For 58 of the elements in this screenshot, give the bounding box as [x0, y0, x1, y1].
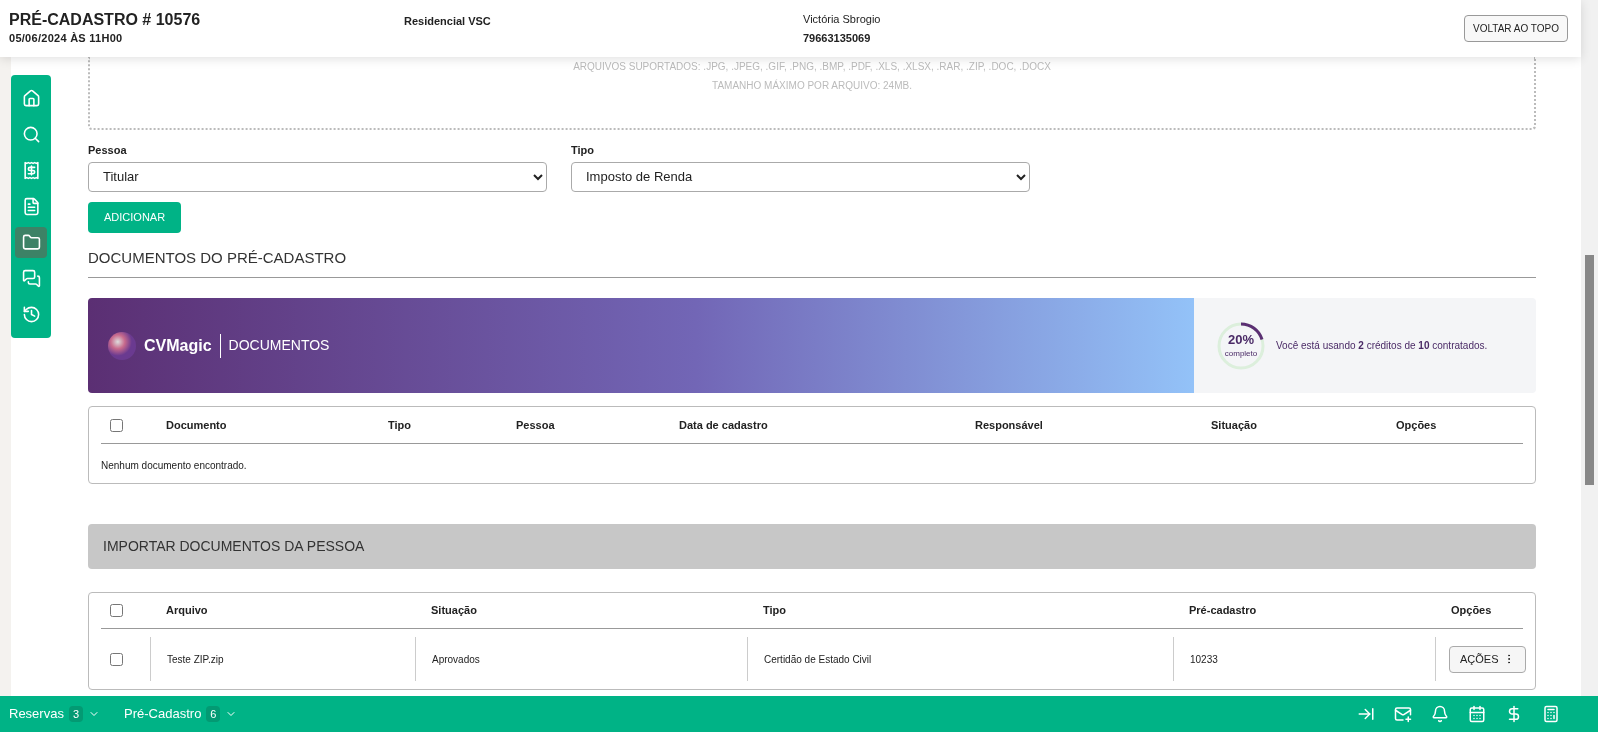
home-icon	[21, 89, 41, 108]
count-badge: 3	[68, 705, 84, 723]
field-label: Pessoa	[88, 143, 128, 158]
progress-percent: 20%	[1228, 331, 1254, 348]
column-header: Data de cadastro	[679, 417, 768, 433]
brand-name: CVMagic	[144, 333, 221, 358]
column-header: Opções	[1396, 417, 1437, 433]
checkbox[interactable]	[110, 418, 123, 432]
table-cell-text: 10233	[1190, 652, 1218, 667]
sidebar-item[interactable]	[15, 227, 47, 258]
actions-button[interactable]: AÇÕES	[1449, 645, 1526, 673]
count-badge: 6	[206, 705, 221, 723]
empty-message: Nenhum documento encontrado.	[101, 459, 248, 473]
column-header: Documento	[166, 417, 227, 433]
document-icon	[21, 197, 41, 216]
column-header: Situação	[431, 603, 478, 619]
select-field[interactable]: Titular	[88, 161, 547, 192]
calendar-icon	[1467, 705, 1486, 723]
field-label: Tipo	[571, 143, 595, 158]
checkbox[interactable]	[110, 652, 123, 666]
receipt-icon	[21, 161, 41, 180]
search-icon	[21, 125, 41, 144]
calculator-icon	[1541, 705, 1560, 723]
select-field[interactable]: Imposto de Renda	[571, 161, 1030, 192]
column-header: Opções	[1450, 603, 1493, 619]
column-header: Pré-cadastro	[1189, 603, 1258, 619]
history-icon	[21, 305, 41, 324]
arrow-to-line-icon	[1356, 705, 1375, 723]
mail-plus-icon	[1393, 705, 1412, 723]
bottom-bar-item[interactable]: Pré-Cadastro 6	[124, 704, 238, 724]
table-cell-text: Aprovados	[432, 652, 480, 667]
table-cell-text: Certidão de Estado Civil	[764, 652, 872, 667]
credits-text: Você está usando 2 créditos de 10 contratados.	[1276, 339, 1488, 353]
upload-hint: TAMANHO MÁXIMO POR ARQUIVO: 24MB.	[712, 78, 912, 93]
checkbox[interactable]	[110, 604, 123, 617]
bottom-bar-item[interactable]: Reservas 3	[9, 704, 101, 724]
logo-icon	[108, 331, 136, 360]
column-header: Arquivo	[166, 603, 209, 619]
bell-icon	[1430, 705, 1449, 723]
progress-label: completo	[1224, 347, 1258, 360]
project-name: Residencial VSC	[404, 14, 492, 29]
column-header: Situação	[1211, 417, 1257, 433]
column-header: Tipo	[763, 603, 787, 619]
column-header: Pessoa	[516, 417, 555, 433]
date-time: 05/06/2024 ÀS 11H00	[9, 31, 124, 47]
column-header: Responsável	[975, 417, 1043, 433]
chat-bubbles-icon	[21, 269, 41, 288]
back-to-top-button[interactable]: VOLTAR AO TOPO	[1464, 15, 1568, 42]
import-title: IMPORTAR DOCUMENTOS DA PESSOA	[103, 537, 365, 556]
section-title: DOCUMENTOS DO PRÉ-CADASTRO	[88, 246, 1536, 278]
page-title: PRÉ-CADASTRO # 10576	[9, 10, 202, 31]
client-phone: 79663135069	[803, 31, 872, 46]
folder-icon	[21, 233, 41, 252]
column-header: Tipo	[388, 417, 411, 433]
table-cell-text: Teste ZIP.zip	[167, 652, 224, 667]
client-name: Victória Sbrogio	[803, 11, 881, 27]
product-name: DOCUMENTOS	[228, 336, 330, 355]
upload-hint: ARQUIVOS SUPORTADOS: .JPG, .JPEG, .GIF, .PNG, .BMP, .PDF, .XLS, .XLSX, .RAR, .ZIP, .DOC, .DOCX	[573, 60, 1051, 74]
